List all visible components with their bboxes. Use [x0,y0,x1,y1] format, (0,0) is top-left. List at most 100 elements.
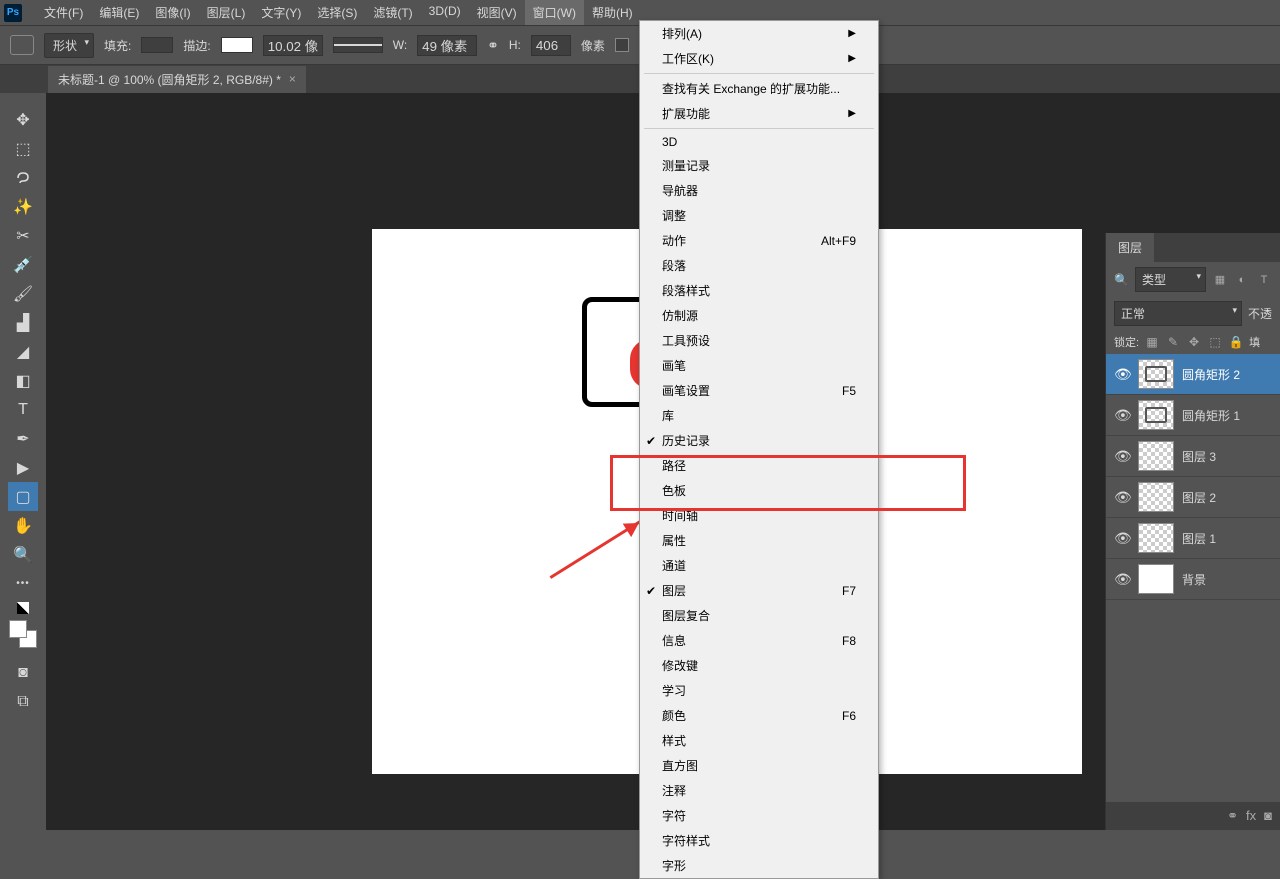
brush-tool[interactable]: 🖌 [8,279,38,308]
crop-tool[interactable]: ✂ [8,221,38,250]
filter-type-icon[interactable]: T [1256,272,1272,288]
type-tool[interactable]: T [8,395,38,424]
lock-artboard-icon[interactable]: ⬚ [1207,334,1223,350]
layer-visibility-icon[interactable]: 👁 [1114,489,1130,506]
zoom-tool[interactable]: 🔍 [8,540,38,569]
window-menu-item[interactable]: 直方图 [640,753,878,778]
path-select-tool[interactable]: ▶ [8,453,38,482]
window-menu-item[interactable]: 库 [640,403,878,428]
window-menu-item[interactable]: 动作Alt+F9 [640,228,878,253]
window-menu-item[interactable]: 样式 [640,728,878,753]
layer-item[interactable]: 👁图层 2 [1106,477,1280,518]
eyedropper-tool[interactable]: 💉 [8,250,38,279]
window-menu-item[interactable]: 排列(A)▶ [640,21,878,46]
stroke-width-input[interactable] [263,35,323,56]
window-menu-item[interactable]: 修改键 [640,653,878,678]
window-menu-item[interactable]: 画笔 [640,353,878,378]
layer-thumbnail[interactable] [1138,564,1174,594]
layer-item[interactable]: 👁圆角矩形 2 [1106,354,1280,395]
window-menu-item[interactable]: ✔历史记录 [640,428,878,453]
search-icon[interactable]: 🔍 [1114,273,1129,287]
window-menu-item[interactable]: 字符 [640,803,878,828]
menu-选择[interactable]: 选择(S) [309,0,365,25]
height-input[interactable] [531,35,571,56]
window-menu-item[interactable]: 通道 [640,553,878,578]
layer-item[interactable]: 👁圆角矩形 1 [1106,395,1280,436]
menu-文字[interactable]: 文字(Y) [253,0,309,25]
layer-filter-select[interactable]: 类型 [1135,267,1206,292]
layer-item[interactable]: 👁图层 1 [1106,518,1280,559]
link-layers-icon[interactable]: ⚭ [1227,808,1238,824]
menu-编辑[interactable]: 编辑(E) [91,0,147,25]
window-menu-item[interactable]: 属性 [640,528,878,553]
layer-mask-icon[interactable]: ◙ [1264,808,1272,824]
lock-all-icon[interactable]: 🔒 [1228,334,1244,350]
lock-position-icon[interactable]: ✎ [1165,334,1181,350]
window-menu-item[interactable]: 扩展功能▶ [640,101,878,126]
marquee-tool[interactable]: ⬚ [8,134,38,163]
window-menu-item[interactable]: 画笔设置F5 [640,378,878,403]
layer-item[interactable]: 👁图层 3 [1106,436,1280,477]
window-menu-item[interactable]: 字符样式 [640,828,878,853]
layer-thumbnail[interactable] [1138,359,1174,389]
tool-mode-select[interactable]: 形状 [44,33,94,58]
window-menu-item[interactable]: 时间轴 [640,503,878,528]
filter-image-icon[interactable]: ▦ [1212,272,1228,288]
layer-thumbnail[interactable] [1138,482,1174,512]
layer-thumbnail[interactable] [1138,400,1174,430]
window-menu-item[interactable]: 颜色F6 [640,703,878,728]
layer-thumbnail[interactable] [1138,523,1174,553]
link-wh-icon[interactable]: ⚭ [487,37,499,54]
align-edges-checkbox[interactable] [615,38,629,52]
layer-visibility-icon[interactable]: 👁 [1114,530,1130,547]
default-colors-icon[interactable] [17,602,29,614]
blend-mode-select[interactable]: 正常 [1114,301,1242,326]
fill-swatch[interactable] [141,37,173,53]
layer-thumbnail[interactable] [1138,441,1174,471]
magic-wand-tool[interactable]: ✨ [8,192,38,221]
document-tab[interactable]: 未标题-1 @ 100% (圆角矩形 2, RGB/8#) * × [48,66,306,93]
close-tab-icon[interactable]: × [289,72,296,86]
lasso-tool[interactable] [8,163,38,192]
menu-帮助[interactable]: 帮助(H) [584,0,641,25]
window-menu-item[interactable]: 学习 [640,678,878,703]
color-swatches[interactable] [9,620,37,648]
foreground-color-swatch[interactable] [9,620,27,638]
window-menu-item[interactable]: 调整 [640,203,878,228]
rectangle-tool[interactable]: ▢ [8,482,38,511]
window-menu-item[interactable]: ✔图层F7 [640,578,878,603]
window-menu-item[interactable]: 仿制源 [640,303,878,328]
shape-preset-icon[interactable] [10,35,34,55]
layer-visibility-icon[interactable]: 👁 [1114,407,1130,424]
window-menu-item[interactable]: 3D [640,131,878,153]
width-input[interactable] [417,35,477,56]
window-menu-item[interactable]: 色板 [640,478,878,503]
hand-tool[interactable]: ✋ [8,511,38,540]
menu-图像[interactable]: 图像(I) [147,0,198,25]
eraser-tool[interactable]: ◢ [8,337,38,366]
layer-visibility-icon[interactable]: 👁 [1114,366,1130,383]
lock-move-icon[interactable]: ✥ [1186,334,1202,350]
window-menu-item[interactable]: 图层复合 [640,603,878,628]
stroke-swatch[interactable] [221,37,253,53]
menu-3d[interactable]: 3D(D) [421,0,469,25]
stamp-tool[interactable]: ▟ [8,308,38,337]
window-menu-item[interactable]: 测量记录 [640,153,878,178]
layers-tab[interactable]: 图层 [1106,233,1154,262]
window-menu-item[interactable]: 工作区(K)▶ [640,46,878,71]
window-menu-item[interactable]: 路径 [640,453,878,478]
menu-窗口[interactable]: 窗口(W) [525,0,584,25]
layer-fx-icon[interactable]: fx [1246,808,1256,824]
window-menu-item[interactable]: 注释 [640,778,878,803]
menu-滤镜[interactable]: 滤镜(T) [365,0,420,25]
filter-adjust-icon[interactable]: ◐ [1234,272,1250,288]
edit-toolbar-icon[interactable]: ••• [8,569,38,598]
window-menu-item[interactable]: 段落样式 [640,278,878,303]
screenmode-icon[interactable]: ⧉ [8,687,38,716]
window-menu-item[interactable]: 工具预设 [640,328,878,353]
gradient-tool[interactable]: ◧ [8,366,38,395]
move-tool[interactable]: ✥ [8,105,38,134]
window-menu-item[interactable]: 查找有关 Exchange 的扩展功能... [640,76,878,101]
layer-item[interactable]: 👁背景 [1106,559,1280,600]
menu-文件[interactable]: 文件(F) [36,0,91,25]
